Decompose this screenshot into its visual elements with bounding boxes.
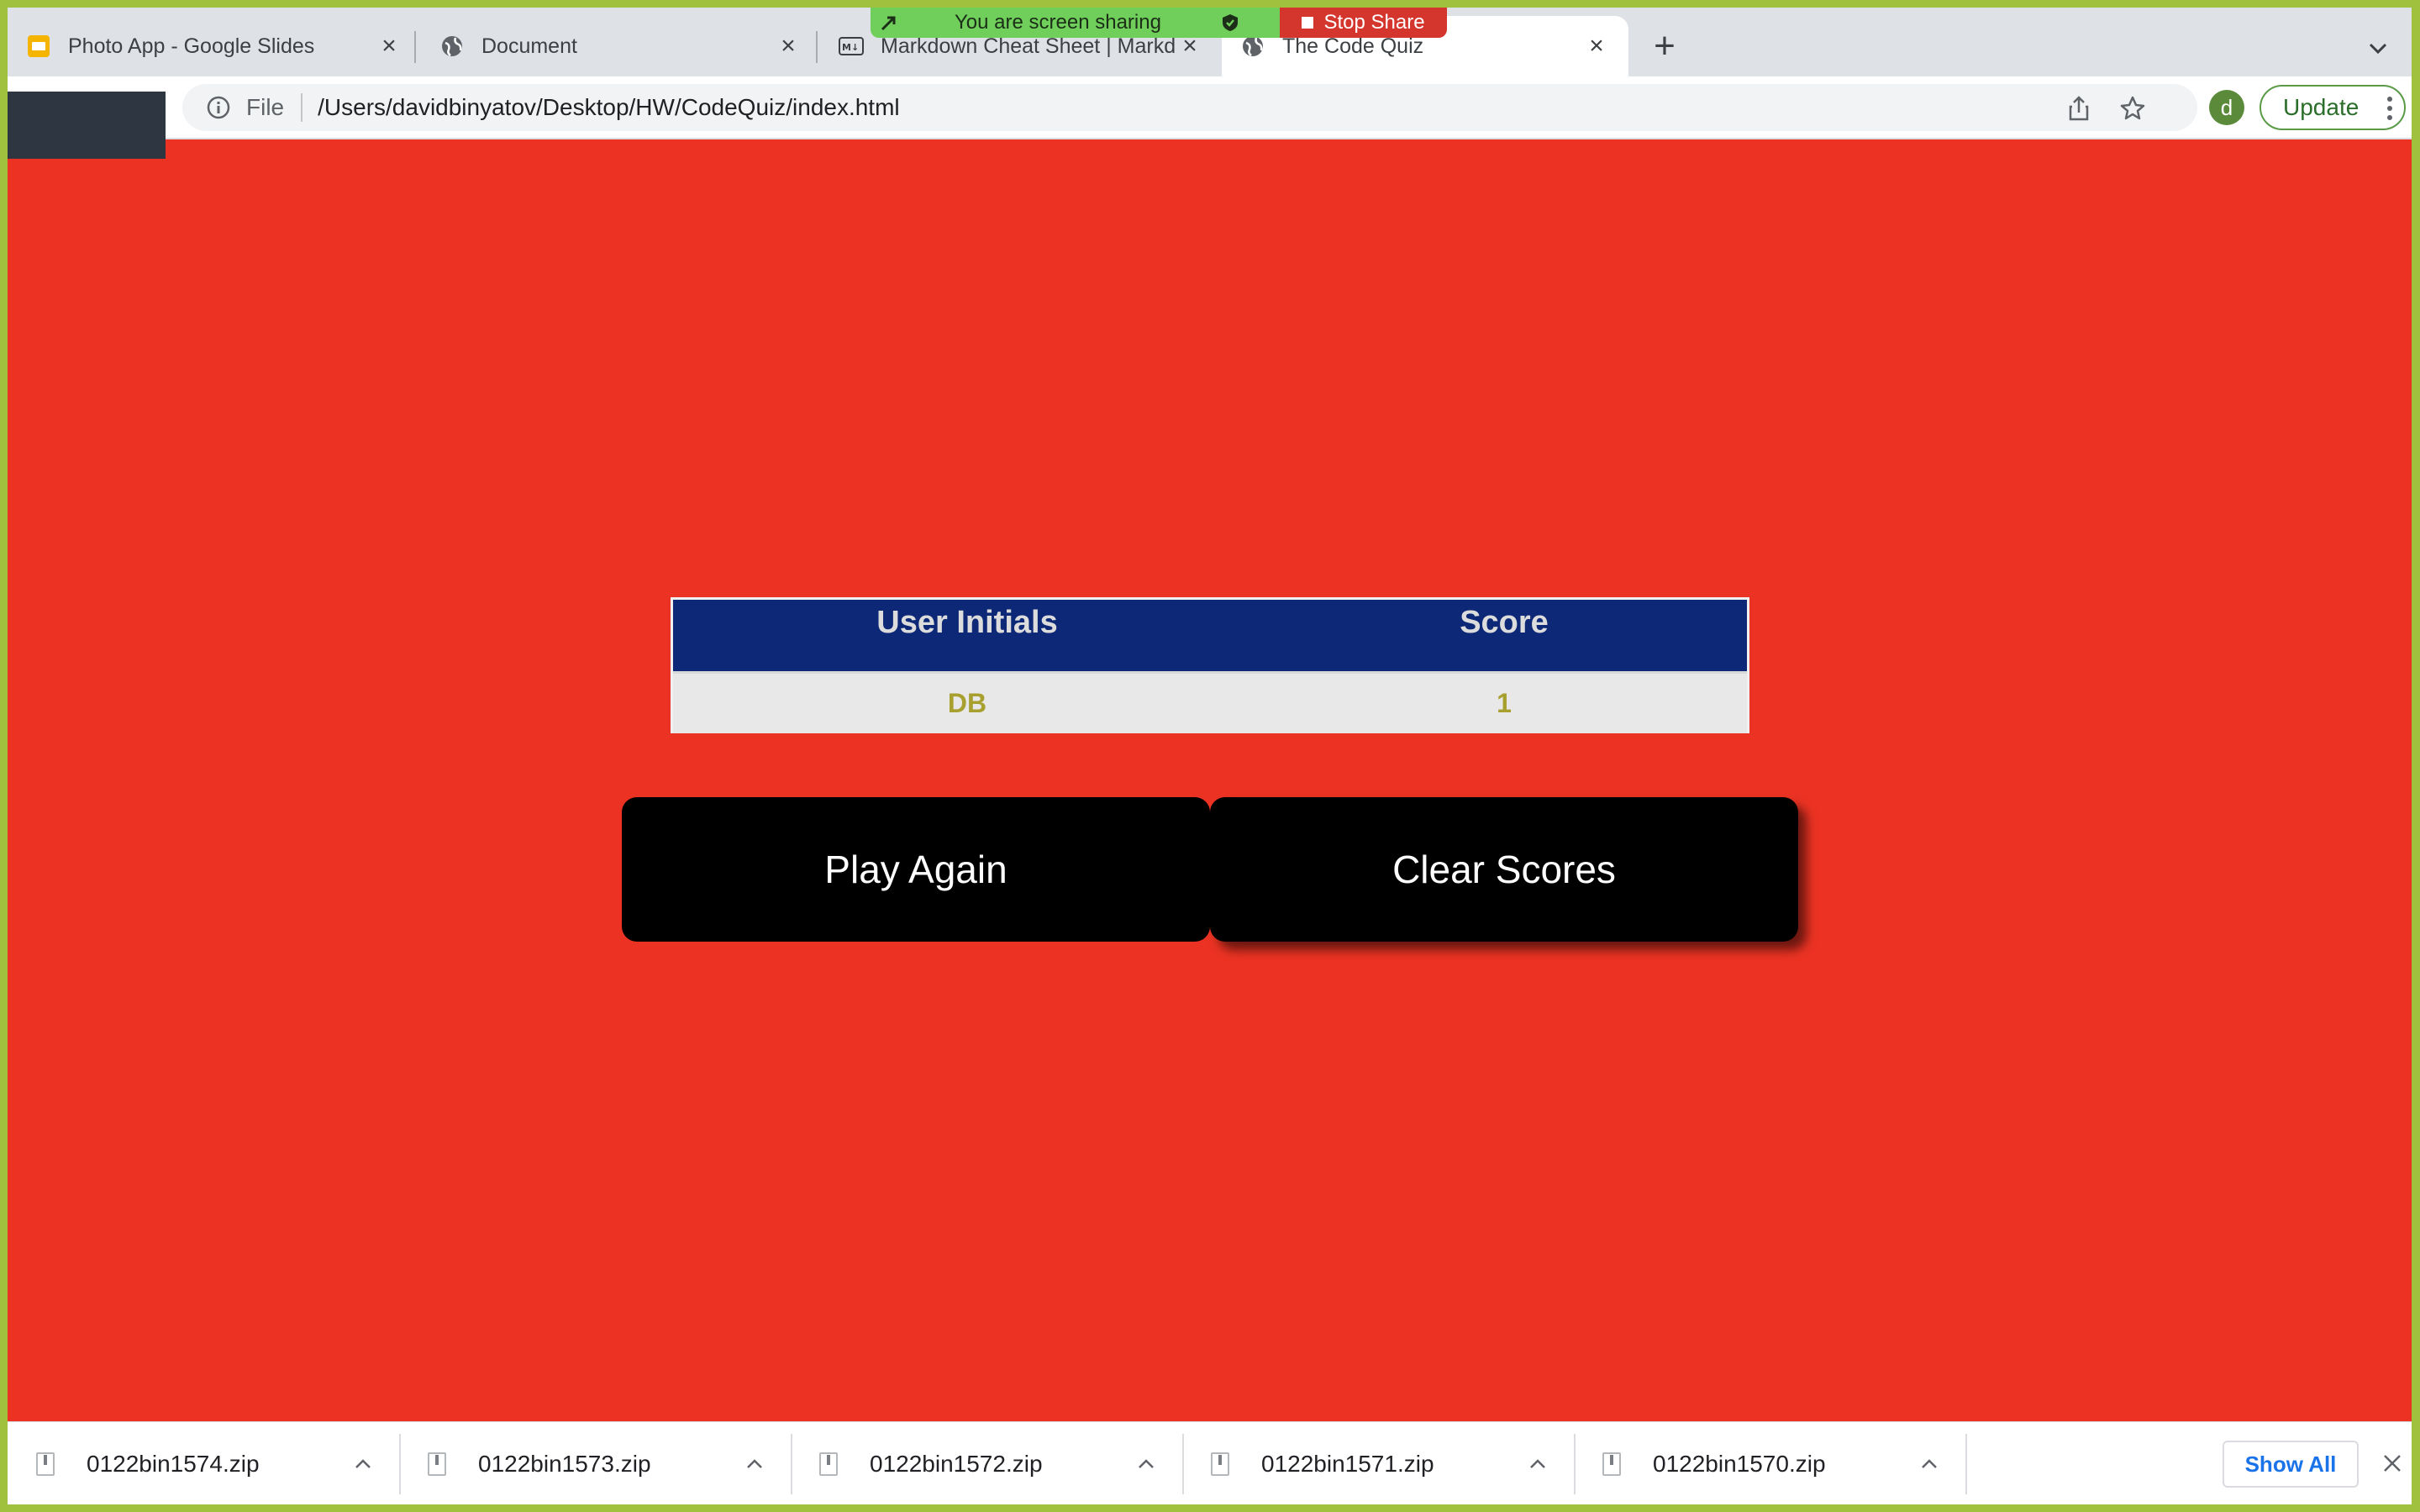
download-item[interactable]: 0122bin1573.zip: [399, 1422, 791, 1504]
update-label: Update: [2283, 94, 2360, 120]
chevron-down-icon[interactable]: [2363, 33, 2393, 63]
overlay-panel: [8, 92, 166, 159]
address-bar[interactable]: File /Users/davidbinyatov/Desktop/HW/Cod…: [182, 84, 2197, 131]
chevron-up-icon[interactable]: [1135, 1453, 1157, 1475]
url-text[interactable]: /Users/davidbinyatov/Desktop/HW/CodeQuiz…: [318, 94, 900, 121]
close-icon[interactable]: ×: [775, 33, 802, 60]
tab-separator: [414, 31, 416, 63]
high-scores-table: User Initials Score DB 1: [671, 597, 1749, 733]
share-arrow-icon: [881, 16, 896, 31]
cell-score: 1: [1497, 688, 1512, 718]
shield-check-icon: [1222, 14, 1238, 31]
screen-share-bar: You are screen sharing Stop Share: [871, 8, 1447, 38]
close-icon[interactable]: [2379, 1450, 2406, 1477]
screen-share-status: You are screen sharing: [871, 8, 1280, 38]
page-content: User Initials Score DB 1 Play Again Clea…: [8, 139, 2412, 1421]
zip-file-icon: [1602, 1452, 1621, 1476]
play-again-button[interactable]: Play Again: [622, 797, 1210, 942]
table-row: DB 1: [673, 674, 1747, 733]
download-filename: 0122bin1573.zip: [478, 1450, 651, 1477]
download-filename: 0122bin1570.zip: [1653, 1450, 1826, 1477]
download-filename: 0122bin1574.zip: [87, 1450, 260, 1477]
download-separator: [1965, 1434, 1967, 1494]
svg-text:M↓: M↓: [842, 42, 859, 53]
download-filename: 0122bin1572.zip: [870, 1450, 1043, 1477]
stop-share-label: Stop Share: [1323, 11, 1425, 34]
tab-title: Document: [481, 34, 577, 58]
info-icon[interactable]: [206, 95, 231, 120]
download-item[interactable]: 0122bin1571.zip: [1182, 1422, 1574, 1504]
update-button[interactable]: Update: [2260, 85, 2406, 130]
download-item[interactable]: 0122bin1570.zip: [1574, 1422, 1965, 1504]
download-bar: 0122bin1574.zip 0122bin1573.zip 0122bin1…: [8, 1421, 2412, 1504]
markdown-icon: M↓: [839, 34, 864, 59]
zip-file-icon: [36, 1452, 55, 1476]
zip-file-icon: [1211, 1452, 1229, 1476]
download-item[interactable]: 0122bin1574.zip: [8, 1422, 399, 1504]
close-icon[interactable]: ×: [376, 33, 402, 60]
cell-initials: DB: [947, 688, 987, 718]
header-score: Score: [1460, 605, 1549, 640]
chevron-up-icon[interactable]: [352, 1453, 374, 1475]
chevron-up-icon[interactable]: [744, 1453, 765, 1475]
table-header: User Initials Score: [673, 600, 1747, 674]
browser-window: Photo App - Google Slides × Document × M…: [8, 8, 2412, 1504]
stop-icon: [1302, 17, 1314, 29]
screen-share-message: You are screen sharing: [955, 11, 1161, 34]
url-scheme: File: [246, 93, 303, 122]
header-initials: User Initials: [876, 605, 1058, 640]
tab-photo-app[interactable]: Photo App - Google Slides ×: [8, 16, 421, 76]
star-icon[interactable]: [2118, 94, 2147, 123]
download-item[interactable]: 0122bin1572.zip: [791, 1422, 1182, 1504]
close-icon[interactable]: ×: [1583, 33, 1610, 60]
zip-file-icon: [428, 1452, 446, 1476]
chevron-up-icon[interactable]: [1918, 1453, 1940, 1475]
more-vert-icon[interactable]: [2386, 95, 2394, 122]
download-filename: 0122bin1571.zip: [1261, 1450, 1434, 1477]
tab-document[interactable]: Document ×: [421, 16, 820, 76]
slides-icon: [26, 34, 51, 59]
globe-icon: [439, 34, 465, 59]
browser-toolbar: File /Users/davidbinyatov/Desktop/HW/Cod…: [8, 76, 2412, 139]
profile-avatar[interactable]: d: [2209, 90, 2244, 125]
clear-scores-button[interactable]: Clear Scores: [1210, 797, 1798, 942]
show-all-button[interactable]: Show All: [2223, 1441, 2359, 1488]
tab-title: Photo App - Google Slides: [68, 34, 315, 58]
new-tab-button[interactable]: +: [1644, 26, 1685, 66]
zip-file-icon: [819, 1452, 838, 1476]
tab-separator: [816, 31, 818, 63]
chevron-up-icon[interactable]: [1527, 1453, 1549, 1475]
share-icon[interactable]: [2065, 94, 2093, 123]
stop-share-button[interactable]: Stop Share: [1280, 8, 1447, 38]
